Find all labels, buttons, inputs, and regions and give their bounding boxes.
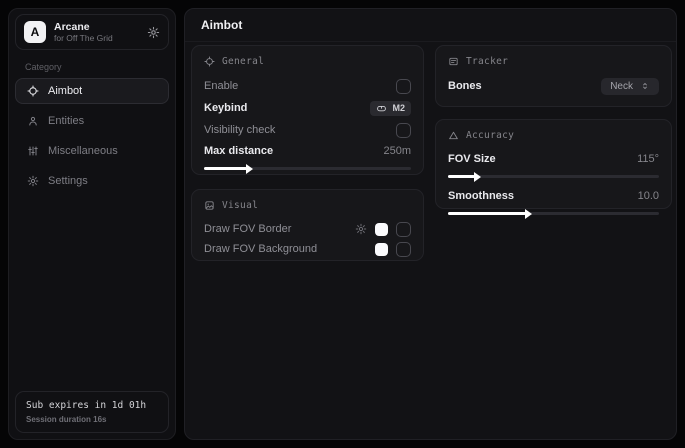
fov-background-label: Draw FOV Background xyxy=(204,243,317,255)
slider-thumb[interactable] xyxy=(204,167,247,170)
visibility-check-checkbox[interactable] xyxy=(396,123,411,138)
fov-size-label: FOV Size xyxy=(448,153,496,165)
sidebar-item-entities[interactable]: Entities xyxy=(15,108,169,134)
fov-border-row: Draw FOV Border xyxy=(204,219,411,239)
sidebar: A Arcane for Off The Grid Category Aimbo… xyxy=(8,8,176,440)
general-card: General Enable Keybind M2 Visibility che… xyxy=(191,45,424,175)
fov-border-color-swatch[interactable] xyxy=(375,223,388,236)
bones-row: Bones Neck xyxy=(448,75,659,97)
visual-card-title: Visual xyxy=(222,200,258,211)
bones-select[interactable]: Neck xyxy=(601,78,659,95)
sidebar-item-label: Aimbot xyxy=(48,85,82,97)
page-title: Aimbot xyxy=(201,18,242,32)
bones-label: Bones xyxy=(448,80,482,92)
visibility-check-row: Visibility check xyxy=(204,119,411,141)
fov-background-row: Draw FOV Background xyxy=(204,239,411,259)
max-distance-label: Max distance xyxy=(204,145,273,157)
app-logo: A xyxy=(24,21,46,43)
max-distance-row: Max distance 250m xyxy=(204,141,411,161)
keybind-value: M2 xyxy=(392,103,405,113)
fov-background-color-swatch[interactable] xyxy=(375,243,388,256)
mouse-icon xyxy=(376,103,387,114)
sliders-icon xyxy=(27,145,39,157)
enable-row: Enable xyxy=(204,75,411,97)
sidebar-item-settings[interactable]: Settings xyxy=(15,168,169,194)
slider-thumb[interactable] xyxy=(448,175,475,178)
enable-checkbox[interactable] xyxy=(396,79,411,94)
session-duration-text: Session duration 16s xyxy=(26,415,158,424)
gear-icon xyxy=(27,175,39,187)
main-header: Aimbot xyxy=(185,9,676,42)
fov-background-checkbox[interactable] xyxy=(396,242,411,257)
accuracy-card-header: Accuracy xyxy=(448,130,659,141)
slider-thumb[interactable] xyxy=(448,212,526,215)
tracker-card-header: Tracker xyxy=(448,56,659,67)
category-label: Category xyxy=(25,62,175,72)
crosshair-icon xyxy=(204,56,215,67)
sidebar-item-label: Miscellaneous xyxy=(48,145,118,157)
app-header: A Arcane for Off The Grid xyxy=(15,14,169,50)
app-subtitle: for Off The Grid xyxy=(54,33,113,43)
entities-icon xyxy=(27,115,39,127)
fov-size-slider[interactable] xyxy=(448,170,659,182)
visual-card: Visual Draw FOV Border Draw FOV Backgrou… xyxy=(191,189,424,261)
app-name: Arcane xyxy=(54,21,113,34)
keybind-label: Keybind xyxy=(204,102,247,114)
subscription-info: Sub expires in 1d 01h Session duration 1… xyxy=(15,391,169,433)
fov-size-row: FOV Size 115° xyxy=(448,149,659,169)
tracker-icon xyxy=(448,56,459,67)
general-card-title: General xyxy=(222,56,264,67)
smoothness-slider[interactable] xyxy=(448,207,659,219)
accuracy-card-title: Accuracy xyxy=(466,130,514,141)
chevron-updown-icon xyxy=(640,81,650,91)
fov-border-label: Draw FOV Border xyxy=(204,223,291,235)
main-panel: Aimbot General Enable Keybind xyxy=(184,8,677,440)
app-meta: Arcane for Off The Grid xyxy=(54,21,113,44)
tracker-card: Tracker Bones Neck xyxy=(435,45,672,107)
sub-expires-text: Sub expires in 1d 01h xyxy=(26,400,158,411)
keybind-button[interactable]: M2 xyxy=(370,101,411,116)
fov-border-checkbox[interactable] xyxy=(396,222,411,237)
general-card-header: General xyxy=(204,56,411,67)
bones-selected-value: Neck xyxy=(610,81,633,92)
triangle-icon xyxy=(448,130,459,141)
sidebar-item-label: Entities xyxy=(48,115,84,127)
visual-card-header: Visual xyxy=(204,200,411,211)
image-icon xyxy=(204,200,215,211)
enable-label: Enable xyxy=(204,80,238,92)
sidebar-item-aimbot[interactable]: Aimbot xyxy=(15,78,169,104)
tracker-card-title: Tracker xyxy=(466,56,508,67)
smoothness-label: Smoothness xyxy=(448,190,514,202)
sidebar-nav: Aimbot Entities Miscellaneous xyxy=(9,78,175,194)
accuracy-card: Accuracy FOV Size 115° Smoothness 10.0 xyxy=(435,119,672,209)
smoothness-row: Smoothness 10.0 xyxy=(448,186,659,206)
visibility-check-label: Visibility check xyxy=(204,124,275,136)
smoothness-value: 10.0 xyxy=(638,190,659,202)
fov-border-settings-icon[interactable] xyxy=(355,223,367,235)
fov-size-value: 115° xyxy=(637,153,659,165)
max-distance-value: 250m xyxy=(383,145,411,157)
sidebar-item-miscellaneous[interactable]: Miscellaneous xyxy=(15,138,169,164)
sidebar-item-label: Settings xyxy=(48,175,88,187)
header-gear-icon[interactable] xyxy=(147,26,160,39)
max-distance-slider[interactable] xyxy=(204,162,411,174)
keybind-row: Keybind M2 xyxy=(204,97,411,119)
crosshair-icon xyxy=(27,85,39,97)
